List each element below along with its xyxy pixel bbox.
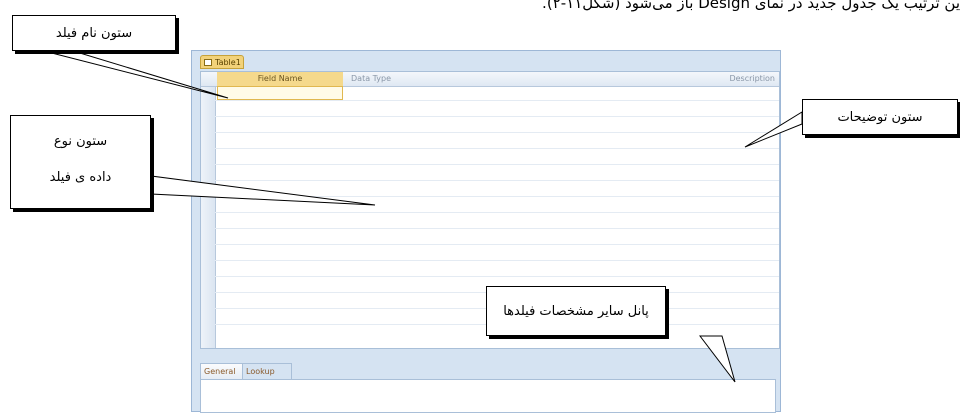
callout-field-name-column: ستون نام فیلد bbox=[12, 15, 176, 51]
callout-properties-text: پانل سایر مشخصات فیلدها bbox=[503, 304, 649, 319]
data-type-pointer bbox=[150, 175, 376, 206]
callout-data-type-line2: داده ی فیلد bbox=[49, 170, 112, 185]
callout-description-column: ستون توضیحات bbox=[802, 99, 958, 135]
field-name-pointer bbox=[39, 49, 229, 99]
callout-data-type-column: ستون نوع داده ی فیلد bbox=[10, 115, 151, 209]
description-pointer bbox=[744, 111, 803, 148]
callout-field-name-text: ستون نام فیلد bbox=[55, 26, 133, 41]
callout-description-text: ستون توضیحات bbox=[837, 110, 923, 125]
callout-data-type-line1: ستون نوع bbox=[53, 134, 108, 149]
callout-field-properties-panel: پانل سایر مشخصات فیلدها bbox=[486, 286, 666, 336]
properties-pointer bbox=[698, 335, 736, 383]
